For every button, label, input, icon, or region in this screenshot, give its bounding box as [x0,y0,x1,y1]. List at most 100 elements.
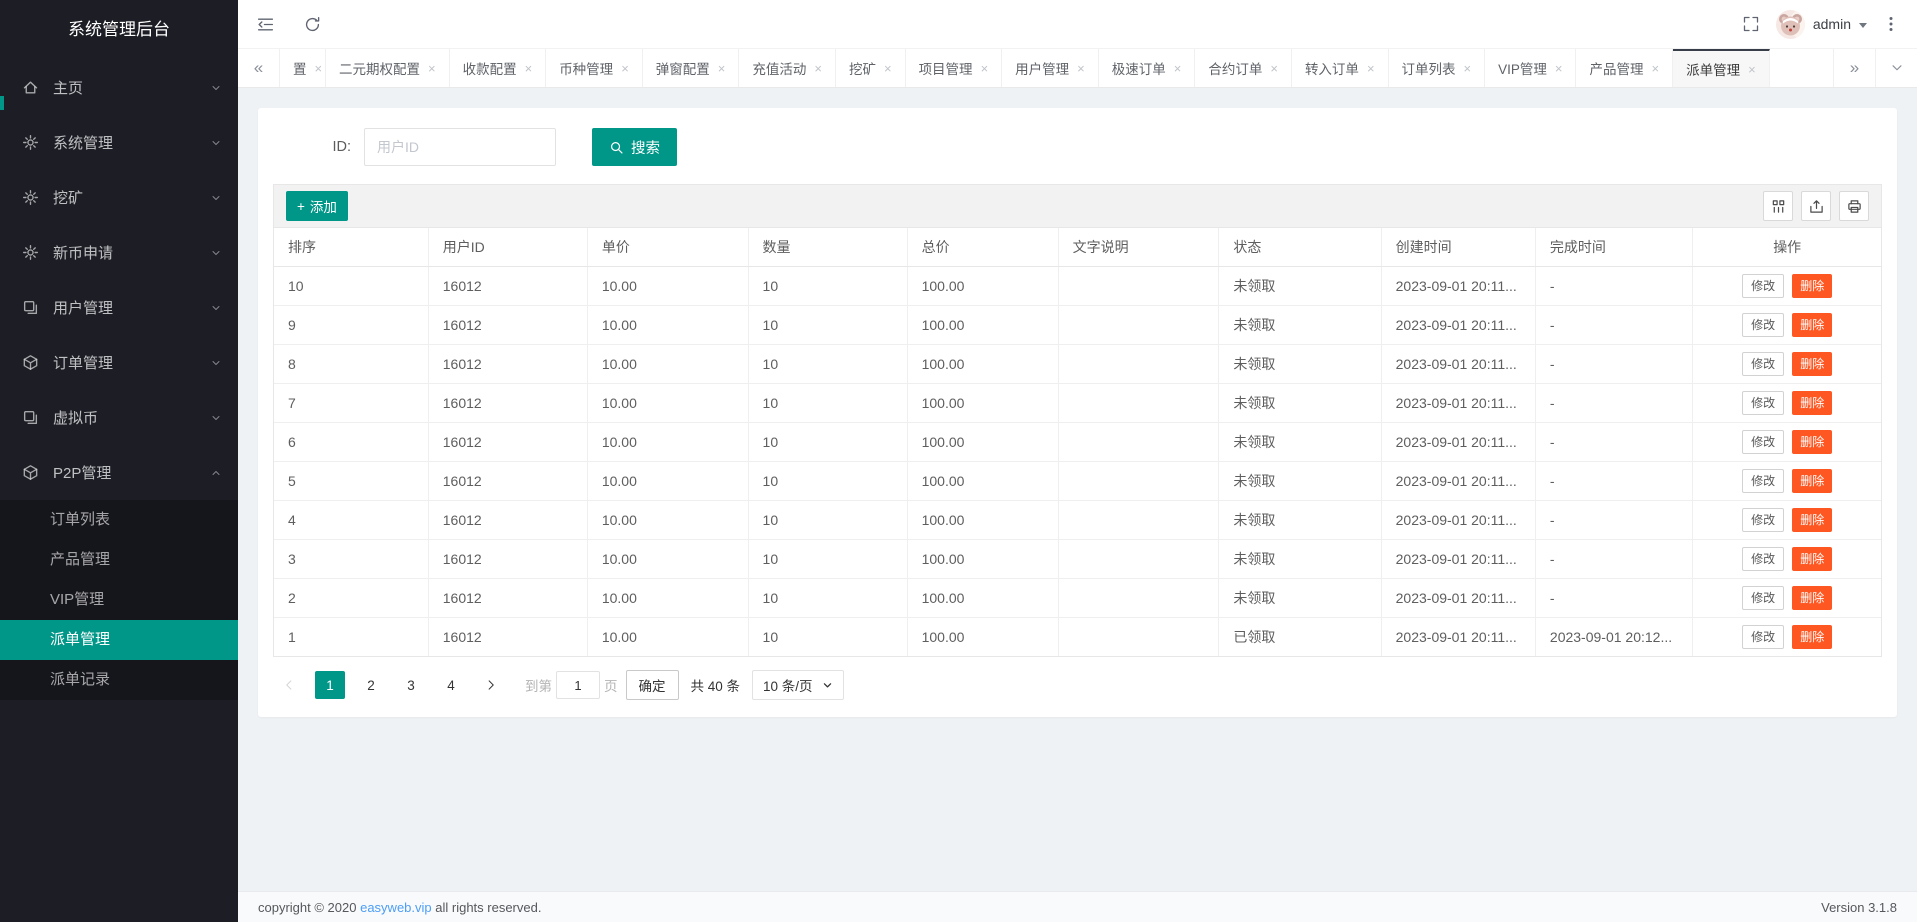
close-icon[interactable]: × [1367,61,1375,76]
delete-button[interactable]: 删除 [1792,273,1833,298]
per-page-select[interactable]: 10 条/页 [752,670,844,700]
tab-5[interactable]: 充值活动 × [739,49,836,87]
export-button[interactable] [1801,191,1831,221]
close-icon[interactable]: × [884,61,892,76]
refresh-icon[interactable] [303,15,322,34]
delete-button[interactable]: 删除 [1792,390,1833,415]
goto-page-label: 到第 [525,679,552,694]
tab-0[interactable]: 置 × [280,49,326,87]
tab-8[interactable]: 用户管理 × [1002,49,1099,87]
sidebar-item-mining[interactable]: 挖矿 [0,170,238,225]
sidebar-item-virtual-coin[interactable]: 虚拟币 [0,390,238,445]
edit-button[interactable]: 修改 [1742,468,1785,493]
tab-12[interactable]: 订单列表 × [1389,49,1486,87]
sidebar-item-orders[interactable]: 订单管理 [0,335,238,390]
close-icon[interactable]: × [718,61,726,76]
delete-button[interactable]: 删除 [1792,351,1833,376]
edit-button[interactable]: 修改 [1742,429,1785,454]
goto-page-input[interactable] [556,671,600,699]
close-icon[interactable]: × [428,61,436,76]
filter-columns-button[interactable] [1763,191,1793,221]
sidebar-subitem-dispatch-log[interactable]: 派单记录 [0,660,238,700]
pagination-prev-button[interactable] [275,671,303,699]
footer-link[interactable]: easyweb.vip [360,900,432,915]
pagination-page-1[interactable]: 1 [315,671,345,699]
sidebar-item-new-coin[interactable]: 新币申请 [0,225,238,280]
edit-button[interactable]: 修改 [1742,585,1785,610]
pagination-page-3[interactable]: 3 [397,671,425,699]
edit-button[interactable]: 修改 [1742,624,1785,649]
delete-button[interactable]: 删除 [1792,429,1833,454]
cell-user_id: 16012 [428,383,588,423]
chevron-down-icon [210,302,222,314]
print-button[interactable] [1839,191,1869,221]
cell-status: 已领取 [1218,617,1382,656]
close-icon[interactable]: × [1748,62,1756,77]
delete-button[interactable]: 删除 [1792,624,1833,649]
sidebar-subitem-vip[interactable]: VIP管理 [0,580,238,620]
close-icon[interactable]: × [1555,61,1563,76]
pagination-page-2[interactable]: 2 [357,671,385,699]
close-icon[interactable]: × [1651,61,1659,76]
sidebar-subitem-product[interactable]: 产品管理 [0,540,238,580]
close-icon[interactable]: × [1077,61,1085,76]
tab-3[interactable]: 币种管理 × [546,49,643,87]
tab-4[interactable]: 弹窗配置 × [643,49,740,87]
chevron-down-icon [1890,61,1904,75]
edit-button[interactable]: 修改 [1742,273,1785,298]
tab-2[interactable]: 收款配置 × [450,49,547,87]
tab-1[interactable]: 二元期权配置 × [326,49,450,87]
close-icon[interactable]: × [315,61,323,76]
tabs-scroll-right-button[interactable]: » [1833,49,1875,87]
edit-button[interactable]: 修改 [1742,351,1785,376]
tab-13[interactable]: VIP管理 × [1485,49,1577,87]
goto-confirm-button[interactable]: 确定 [625,670,679,700]
fullscreen-icon[interactable] [1742,15,1760,33]
copyright: copyright © 2020 easyweb.vip all rights … [258,900,541,915]
tab-15[interactable]: 派单管理 × [1673,49,1770,87]
tab-7[interactable]: 项目管理 × [906,49,1003,87]
tab-6[interactable]: 挖矿 × [836,49,906,87]
sidebar-item-system[interactable]: 系统管理 [0,115,238,170]
sidebar-subitem-order-list[interactable]: 订单列表 [0,500,238,540]
close-icon[interactable]: × [814,61,822,76]
delete-button[interactable]: 删除 [1792,507,1833,532]
delete-button[interactable]: 删除 [1792,546,1833,571]
tab-14[interactable]: 产品管理 × [1576,49,1674,87]
pagination-next-button[interactable] [477,671,505,699]
cell-finished: - [1535,578,1694,618]
collapse-sidebar-icon[interactable] [256,15,275,34]
search-button[interactable]: 搜索 [592,128,677,166]
user-menu[interactable]: admin [1775,9,1867,39]
sidebar-item-home[interactable]: 主页 [0,60,238,115]
close-icon[interactable]: × [1464,61,1472,76]
sidebar-subitem-dispatch[interactable]: 派单管理 [0,620,238,660]
delete-button[interactable]: 删除 [1792,312,1833,337]
close-icon[interactable]: × [981,61,989,76]
kebab-menu-icon[interactable] [1883,15,1899,33]
cell-price: 10.00 [587,461,749,501]
edit-button[interactable]: 修改 [1742,390,1785,415]
cell-total: 100.00 [907,383,1059,423]
sidebar-item-users[interactable]: 用户管理 [0,280,238,335]
add-button[interactable]: + 添加 [286,191,348,221]
tabs-scroll-left-button[interactable]: « [238,49,280,87]
edit-button[interactable]: 修改 [1742,546,1785,571]
search-input[interactable] [364,128,556,166]
edit-button[interactable]: 修改 [1742,312,1785,337]
close-icon[interactable]: × [621,61,629,76]
edit-button[interactable]: 修改 [1742,507,1785,532]
pagination-page-4[interactable]: 4 [437,671,465,699]
tab-11[interactable]: 转入订单 × [1292,49,1389,87]
close-icon[interactable]: × [1174,61,1182,76]
delete-button[interactable]: 删除 [1792,468,1833,493]
cell-qty: 10 [748,539,908,579]
sidebar-scrollbar-thumb[interactable] [0,96,4,110]
tab-9[interactable]: 极速订单 × [1099,49,1196,87]
sidebar-item-p2p[interactable]: P2P管理 [0,445,238,500]
close-icon[interactable]: × [525,61,533,76]
delete-button[interactable]: 删除 [1792,585,1833,610]
tab-10[interactable]: 合约订单 × [1195,49,1292,87]
close-icon[interactable]: × [1270,61,1278,76]
tabs-more-button[interactable] [1875,49,1917,87]
